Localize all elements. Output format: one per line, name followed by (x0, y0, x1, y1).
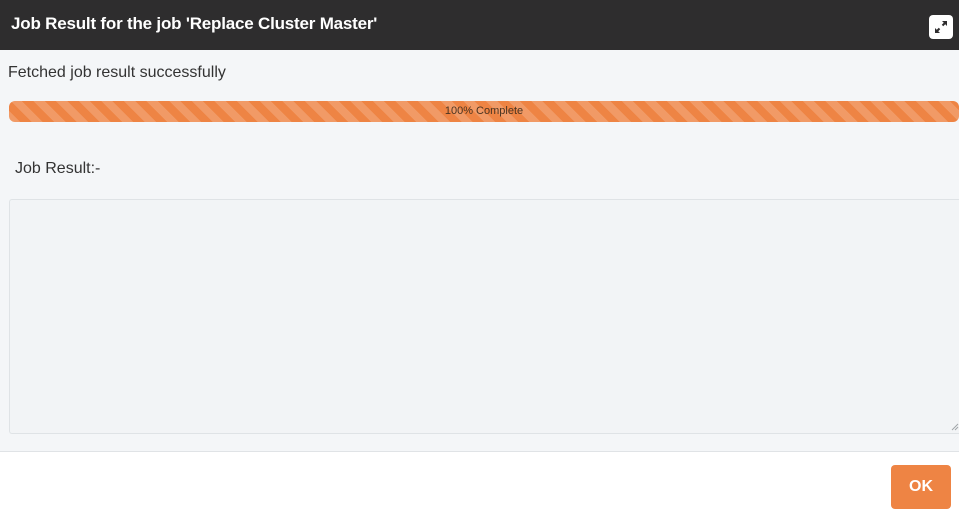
expand-button[interactable] (929, 15, 953, 39)
progress-bar: 100% Complete (9, 101, 959, 122)
expand-arrows-icon (935, 21, 947, 33)
resize-grip-icon[interactable] (949, 421, 959, 431)
ok-button[interactable]: OK (891, 465, 951, 509)
job-result-dialog: Job Result for the job 'Replace Cluster … (0, 0, 959, 518)
status-message: Fetched job result successfully (8, 64, 226, 81)
progress-label: 100% Complete (444, 105, 524, 117)
dialog-body: Fetched job result successfully 100% Com… (0, 50, 959, 452)
dialog-title: Job Result for the job 'Replace Cluster … (11, 14, 378, 33)
dialog-titlebar: Job Result for the job 'Replace Cluster … (0, 0, 959, 50)
job-result-label: Job Result:- (15, 160, 101, 177)
job-result-textarea[interactable] (9, 199, 959, 434)
